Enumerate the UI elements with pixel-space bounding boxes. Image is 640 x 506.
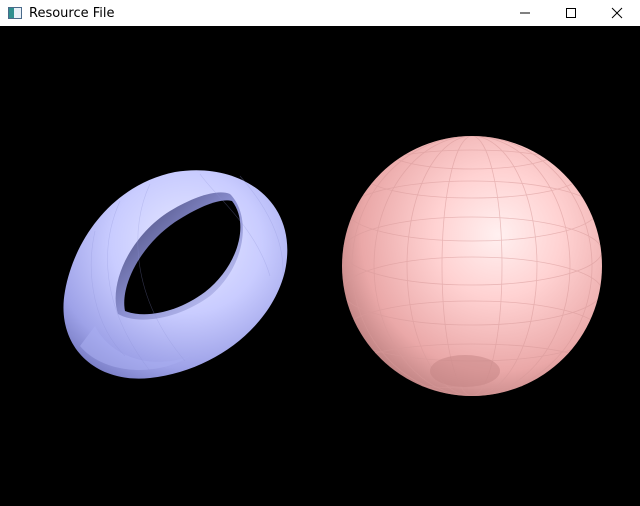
app-icon — [8, 7, 22, 19]
close-button[interactable] — [594, 0, 640, 26]
maximize-icon — [566, 8, 576, 18]
minimize-icon — [520, 12, 530, 14]
title-bar[interactable]: Resource File — [0, 0, 640, 26]
app-window: Resource File — [0, 0, 640, 506]
torus-object — [63, 170, 288, 379]
window-controls — [502, 0, 640, 26]
render-viewport[interactable] — [0, 26, 640, 506]
scene-canvas — [63, 136, 602, 396]
sphere-object — [342, 136, 602, 396]
minimize-button[interactable] — [502, 0, 548, 26]
close-icon — [611, 7, 623, 19]
maximize-button[interactable] — [548, 0, 594, 26]
window-title: Resource File — [29, 5, 115, 21]
